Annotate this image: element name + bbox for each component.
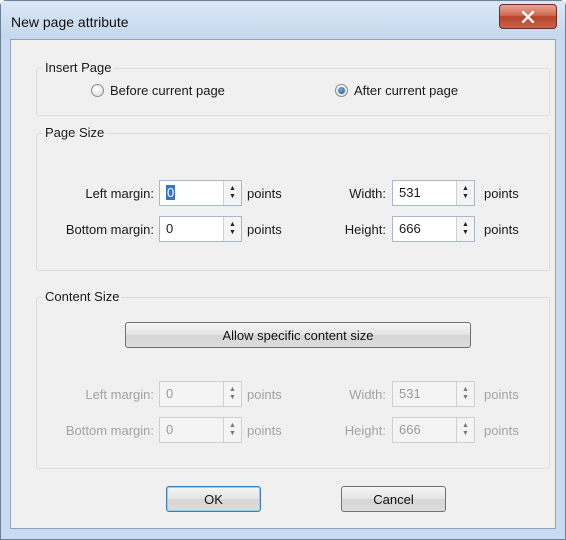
spin-down-icon[interactable]: ▼ [229,193,236,201]
insert-page-group: Insert Page Before current page After cu… [36,60,550,116]
spin-down-icon[interactable]: ▼ [229,229,236,237]
page-size-group-label: Page Size [43,125,107,140]
allow-specific-content-size-button[interactable]: Allow specific content size [125,322,471,348]
page-height-unit: points [484,222,519,237]
content-bottom-margin-stepper[interactable]: 0 ▲ ▼ [159,417,242,443]
page-height-spinner[interactable]: ▲ ▼ [456,217,474,241]
content-left-margin-unit: points [247,387,282,402]
content-height-input[interactable]: 666 [393,418,456,442]
cancel-button[interactable]: Cancel [341,486,446,512]
page-bottom-margin-input[interactable]: 0 [160,217,223,241]
page-width-input[interactable]: 531 [393,181,456,205]
page-bottom-margin-unit: points [247,222,282,237]
spin-down-icon[interactable]: ▼ [462,193,469,201]
content-width-spinner[interactable]: ▲ ▼ [456,382,474,406]
close-button[interactable] [499,4,557,29]
page-bottom-margin-stepper[interactable]: 0 ▲ ▼ [159,216,242,242]
spin-up-icon[interactable]: ▲ [229,386,236,394]
content-width-unit: points [484,387,519,402]
page-width-spinner[interactable]: ▲ ▼ [456,181,474,205]
spin-up-icon[interactable]: ▲ [462,422,469,430]
page-height-stepper[interactable]: 666 ▲ ▼ [392,216,475,242]
content-width-stepper[interactable]: 531 ▲ ▼ [392,381,475,407]
close-icon [521,10,535,23]
ok-button[interactable]: OK [166,486,261,512]
insert-page-group-label: Insert Page [43,60,114,75]
dialog-window: New page attribute Insert Page Before cu… [0,0,566,540]
content-bottom-margin-input[interactable]: 0 [160,418,223,442]
page-width-stepper[interactable]: 531 ▲ ▼ [392,180,475,206]
content-size-group-label: Content Size [43,289,122,304]
content-width-input[interactable]: 531 [393,382,456,406]
content-left-margin-input[interactable]: 0 [160,382,223,406]
page-left-margin-input[interactable]: 0 [160,181,223,205]
page-left-margin-unit: points [247,186,282,201]
spin-up-icon[interactable]: ▲ [462,185,469,193]
content-size-group: Content Size Allow specific content size… [36,289,550,469]
page-height-input[interactable]: 666 [393,217,456,241]
title-bar[interactable]: New page attribute [1,1,565,39]
content-left-margin-stepper[interactable]: 0 ▲ ▼ [159,381,242,407]
spin-down-icon[interactable]: ▼ [229,430,236,438]
page-bottom-margin-label: Bottom margin: [65,222,154,237]
page-left-margin-spinner[interactable]: ▲ ▼ [223,181,241,205]
content-height-stepper[interactable]: 666 ▲ ▼ [392,417,475,443]
spin-up-icon[interactable]: ▲ [229,221,236,229]
spin-down-icon[interactable]: ▼ [462,394,469,402]
content-left-margin-label: Left margin: [85,387,154,402]
dialog-content: Insert Page Before current page After cu… [10,39,556,529]
page-bottom-margin-spinner[interactable]: ▲ ▼ [223,217,241,241]
content-left-margin-spinner[interactable]: ▲ ▼ [223,382,241,406]
radio-after-label: After current page [354,83,459,98]
spin-down-icon[interactable]: ▼ [462,430,469,438]
radio-before-current-page[interactable]: Before current page [91,83,225,98]
radio-after-current-page[interactable]: After current page [335,83,458,98]
spin-up-icon[interactable]: ▲ [229,185,236,193]
page-size-group: Page Size Left margin: 0 ▲ ▼ points Widt… [36,125,550,271]
spin-down-icon[interactable]: ▼ [462,229,469,237]
content-bottom-margin-unit: points [247,423,282,438]
radio-before-icon[interactable] [91,84,104,97]
page-left-margin-label: Left margin: [85,186,154,201]
spin-up-icon[interactable]: ▲ [229,422,236,430]
content-height-spinner[interactable]: ▲ ▼ [456,418,474,442]
page-left-margin-stepper[interactable]: 0 ▲ ▼ [159,180,242,206]
content-bottom-margin-spinner[interactable]: ▲ ▼ [223,418,241,442]
page-width-label: Width: [349,186,386,201]
radio-before-label: Before current page [110,83,225,98]
content-width-label: Width: [349,387,386,402]
spin-up-icon[interactable]: ▲ [462,386,469,394]
window-title: New page attribute [11,14,129,30]
content-height-label: Height: [344,423,386,438]
page-height-label: Height: [344,222,386,237]
spin-up-icon[interactable]: ▲ [462,221,469,229]
content-bottom-margin-label: Bottom margin: [65,423,154,438]
content-height-unit: points [484,423,519,438]
radio-after-icon[interactable] [335,84,348,97]
spin-down-icon[interactable]: ▼ [229,394,236,402]
page-width-unit: points [484,186,519,201]
